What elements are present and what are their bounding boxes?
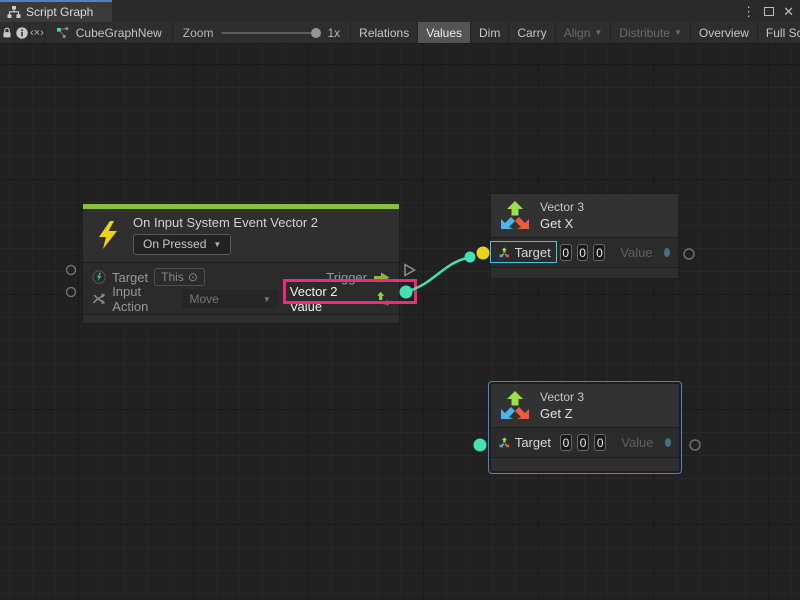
chevron-down-icon: ▼ (594, 29, 602, 37)
node-type-label: Vector 3 (540, 390, 584, 404)
graph-toolbar: ‹×› CubeGraphNew Zoom 1x Relations Value… (0, 22, 800, 44)
node-on-input-system-event[interactable]: On Input System Event Vector 2 On Presse… (82, 203, 400, 324)
lightning-bolt-icon (96, 220, 120, 250)
node-title: Get X (540, 216, 584, 231)
node-vector3-get-z[interactable]: Vector 3 Get Z Target 0 0 0 Value (490, 383, 680, 472)
graph-name-button[interactable]: CubeGraphNew (45, 22, 173, 43)
y-field[interactable]: 0 (577, 244, 589, 261)
target-input-label: Target (515, 435, 551, 450)
target-label: Target (112, 270, 148, 285)
z-field[interactable]: 0 (594, 434, 606, 451)
edit-graph-button[interactable]: ‹×› (30, 22, 45, 43)
window-close-icon[interactable]: ✕ (783, 5, 794, 18)
full-screen-button[interactable]: Full Screen (758, 22, 800, 43)
get-z-target-port[interactable] (474, 439, 487, 452)
crosshair-icon: ⊙ (188, 270, 198, 284)
target-input-row: Target 0 0 0 Value (491, 428, 679, 457)
zoom-slider[interactable] (221, 32, 319, 34)
chevron-down-icon: ▼ (213, 241, 221, 249)
graph-hierarchy-icon (7, 5, 21, 19)
lock-icon (0, 26, 14, 40)
node-title: Get Z (540, 406, 584, 421)
value-output-label: Value (620, 245, 652, 260)
relations-button[interactable]: Relations (351, 22, 418, 43)
event-input-port[interactable] (67, 288, 76, 297)
value-output-port[interactable] (665, 438, 671, 447)
window-menu-icon[interactable]: ⋮ (742, 5, 755, 18)
vector2-value-highlight-box (283, 279, 417, 304)
graph-canvas[interactable]: On Input System Event Vector 2 On Presse… (0, 44, 800, 600)
tab-label: Script Graph (26, 5, 93, 19)
input-action-dropdown[interactable]: Move ▼ (182, 290, 277, 308)
node-vector3-get-x[interactable]: Vector 3 Get X Target 0 0 0 Value (490, 193, 679, 279)
get-x-value-port[interactable] (684, 249, 694, 259)
info-icon (15, 26, 29, 40)
value-output-label: Value (621, 435, 653, 450)
y-field[interactable]: 0 (577, 434, 589, 451)
values-button[interactable]: Values (418, 22, 471, 43)
value-output-port[interactable] (664, 248, 670, 257)
trigger-output-port[interactable] (405, 265, 415, 276)
dim-button[interactable]: Dim (471, 22, 509, 43)
z-field[interactable]: 0 (593, 244, 605, 261)
node-footer (83, 314, 399, 323)
overview-button[interactable]: Overview (691, 22, 758, 43)
script-graph-window: Script Graph ⋮ ✕ ‹×› (0, 0, 800, 600)
node-footer (491, 267, 678, 278)
x-field[interactable]: 0 (560, 244, 572, 261)
wire-end-dot (465, 252, 476, 263)
event-target-icon (92, 270, 106, 284)
tab-script-graph[interactable]: Script Graph (0, 0, 112, 22)
titlebar: Script Graph ⋮ ✕ (0, 0, 800, 22)
node-footer (491, 457, 679, 471)
get-x-target-port[interactable] (477, 247, 490, 260)
graph-asset-icon (55, 26, 70, 40)
zoom-label: Zoom (183, 26, 214, 40)
chevron-down-icon: ▼ (674, 29, 682, 37)
event-mode-dropdown[interactable]: On Pressed ▼ (133, 234, 231, 255)
graph-name-label: CubeGraphNew (76, 26, 162, 40)
distribute-button[interactable]: Distribute▼ (611, 22, 691, 43)
vector3-small-icon (499, 435, 510, 450)
inspect-button[interactable] (15, 22, 30, 43)
align-button[interactable]: Align▼ (556, 22, 612, 43)
node-title: On Input System Event Vector 2 (133, 215, 318, 230)
node-type-label: Vector 3 (540, 200, 584, 214)
target-port-highlight-box (490, 241, 557, 263)
zoom-control: Zoom 1x (173, 22, 351, 43)
zoom-value: 1x (327, 26, 340, 40)
chevron-down-icon: ▼ (263, 296, 271, 304)
event-input-port[interactable] (67, 266, 76, 275)
vector3-icon (499, 199, 531, 231)
vector3-icon (499, 389, 531, 421)
zoom-slider-handle[interactable] (311, 28, 321, 38)
get-z-value-port[interactable] (690, 440, 700, 450)
x-field[interactable]: 0 (560, 434, 572, 451)
window-maximize-icon[interactable] (764, 7, 774, 16)
input-action-icon (92, 292, 106, 306)
input-action-label: Input Action (112, 284, 176, 314)
carry-button[interactable]: Carry (509, 22, 555, 43)
code-icon: ‹×› (30, 27, 44, 39)
lock-button[interactable] (0, 22, 15, 43)
